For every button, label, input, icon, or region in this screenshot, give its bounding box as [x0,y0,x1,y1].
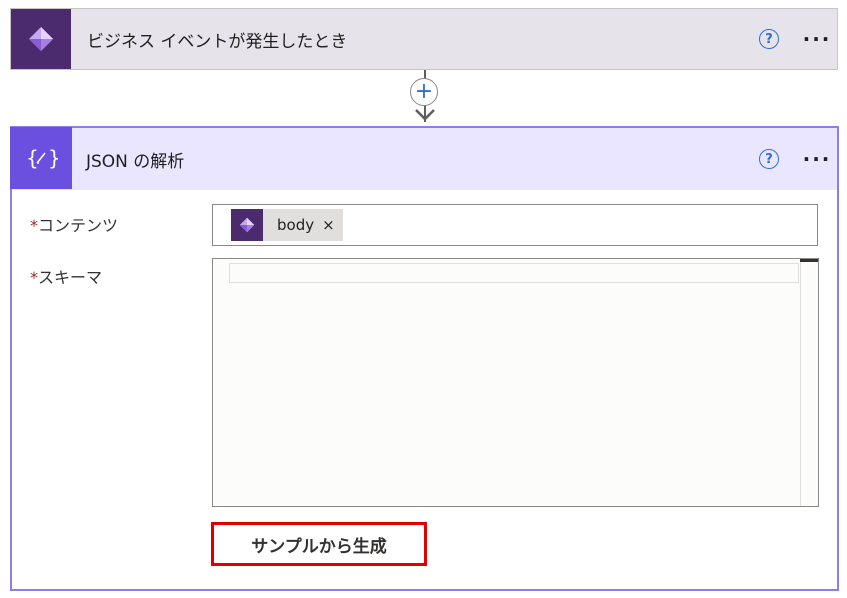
more-options-icon[interactable]: ··· [797,147,837,171]
required-mark: * [30,216,38,235]
scrollbar-thumb[interactable] [800,259,818,262]
content-field-label: *コンテンツ [30,212,118,236]
schema-editor-line[interactable] [229,263,799,283]
required-mark: * [30,268,38,287]
schema-scrollbar[interactable] [800,259,818,506]
arrow-down-icon [415,109,435,121]
json-braces-icon: { } [10,127,72,189]
schema-editor[interactable] [212,258,819,507]
dataverse-diamond-icon [11,9,71,69]
action-title: JSON の解析 [86,151,185,172]
add-step-button[interactable]: + [410,78,438,106]
more-options-icon[interactable]: ··· [797,27,837,51]
content-input[interactable]: body × [212,204,818,246]
svg-text:}: } [48,146,58,170]
parse-json-action-card[interactable]: { } JSON の解析 ? ··· *コンテンツ body × [10,126,839,591]
content-label-text: コンテンツ [38,216,119,235]
trigger-title: ビジネス イベントが発生したとき [87,31,348,52]
schema-field-label: *スキーマ [30,264,102,288]
action-header[interactable]: { } JSON の解析 ? ··· [10,127,837,190]
body-token[interactable]: body × [231,209,343,241]
dataverse-diamond-icon [231,209,263,241]
svg-text:{: { [26,146,39,170]
schema-label-text: スキーマ [38,268,103,287]
token-label: body [277,216,315,234]
help-icon[interactable]: ? [759,29,779,49]
generate-from-sample-button[interactable]: サンプルから生成 [211,522,427,566]
token-remove-icon[interactable]: × [322,216,335,234]
help-icon[interactable]: ? [759,149,779,169]
trigger-card[interactable]: ビジネス イベントが発生したとき ? ··· [10,8,838,70]
